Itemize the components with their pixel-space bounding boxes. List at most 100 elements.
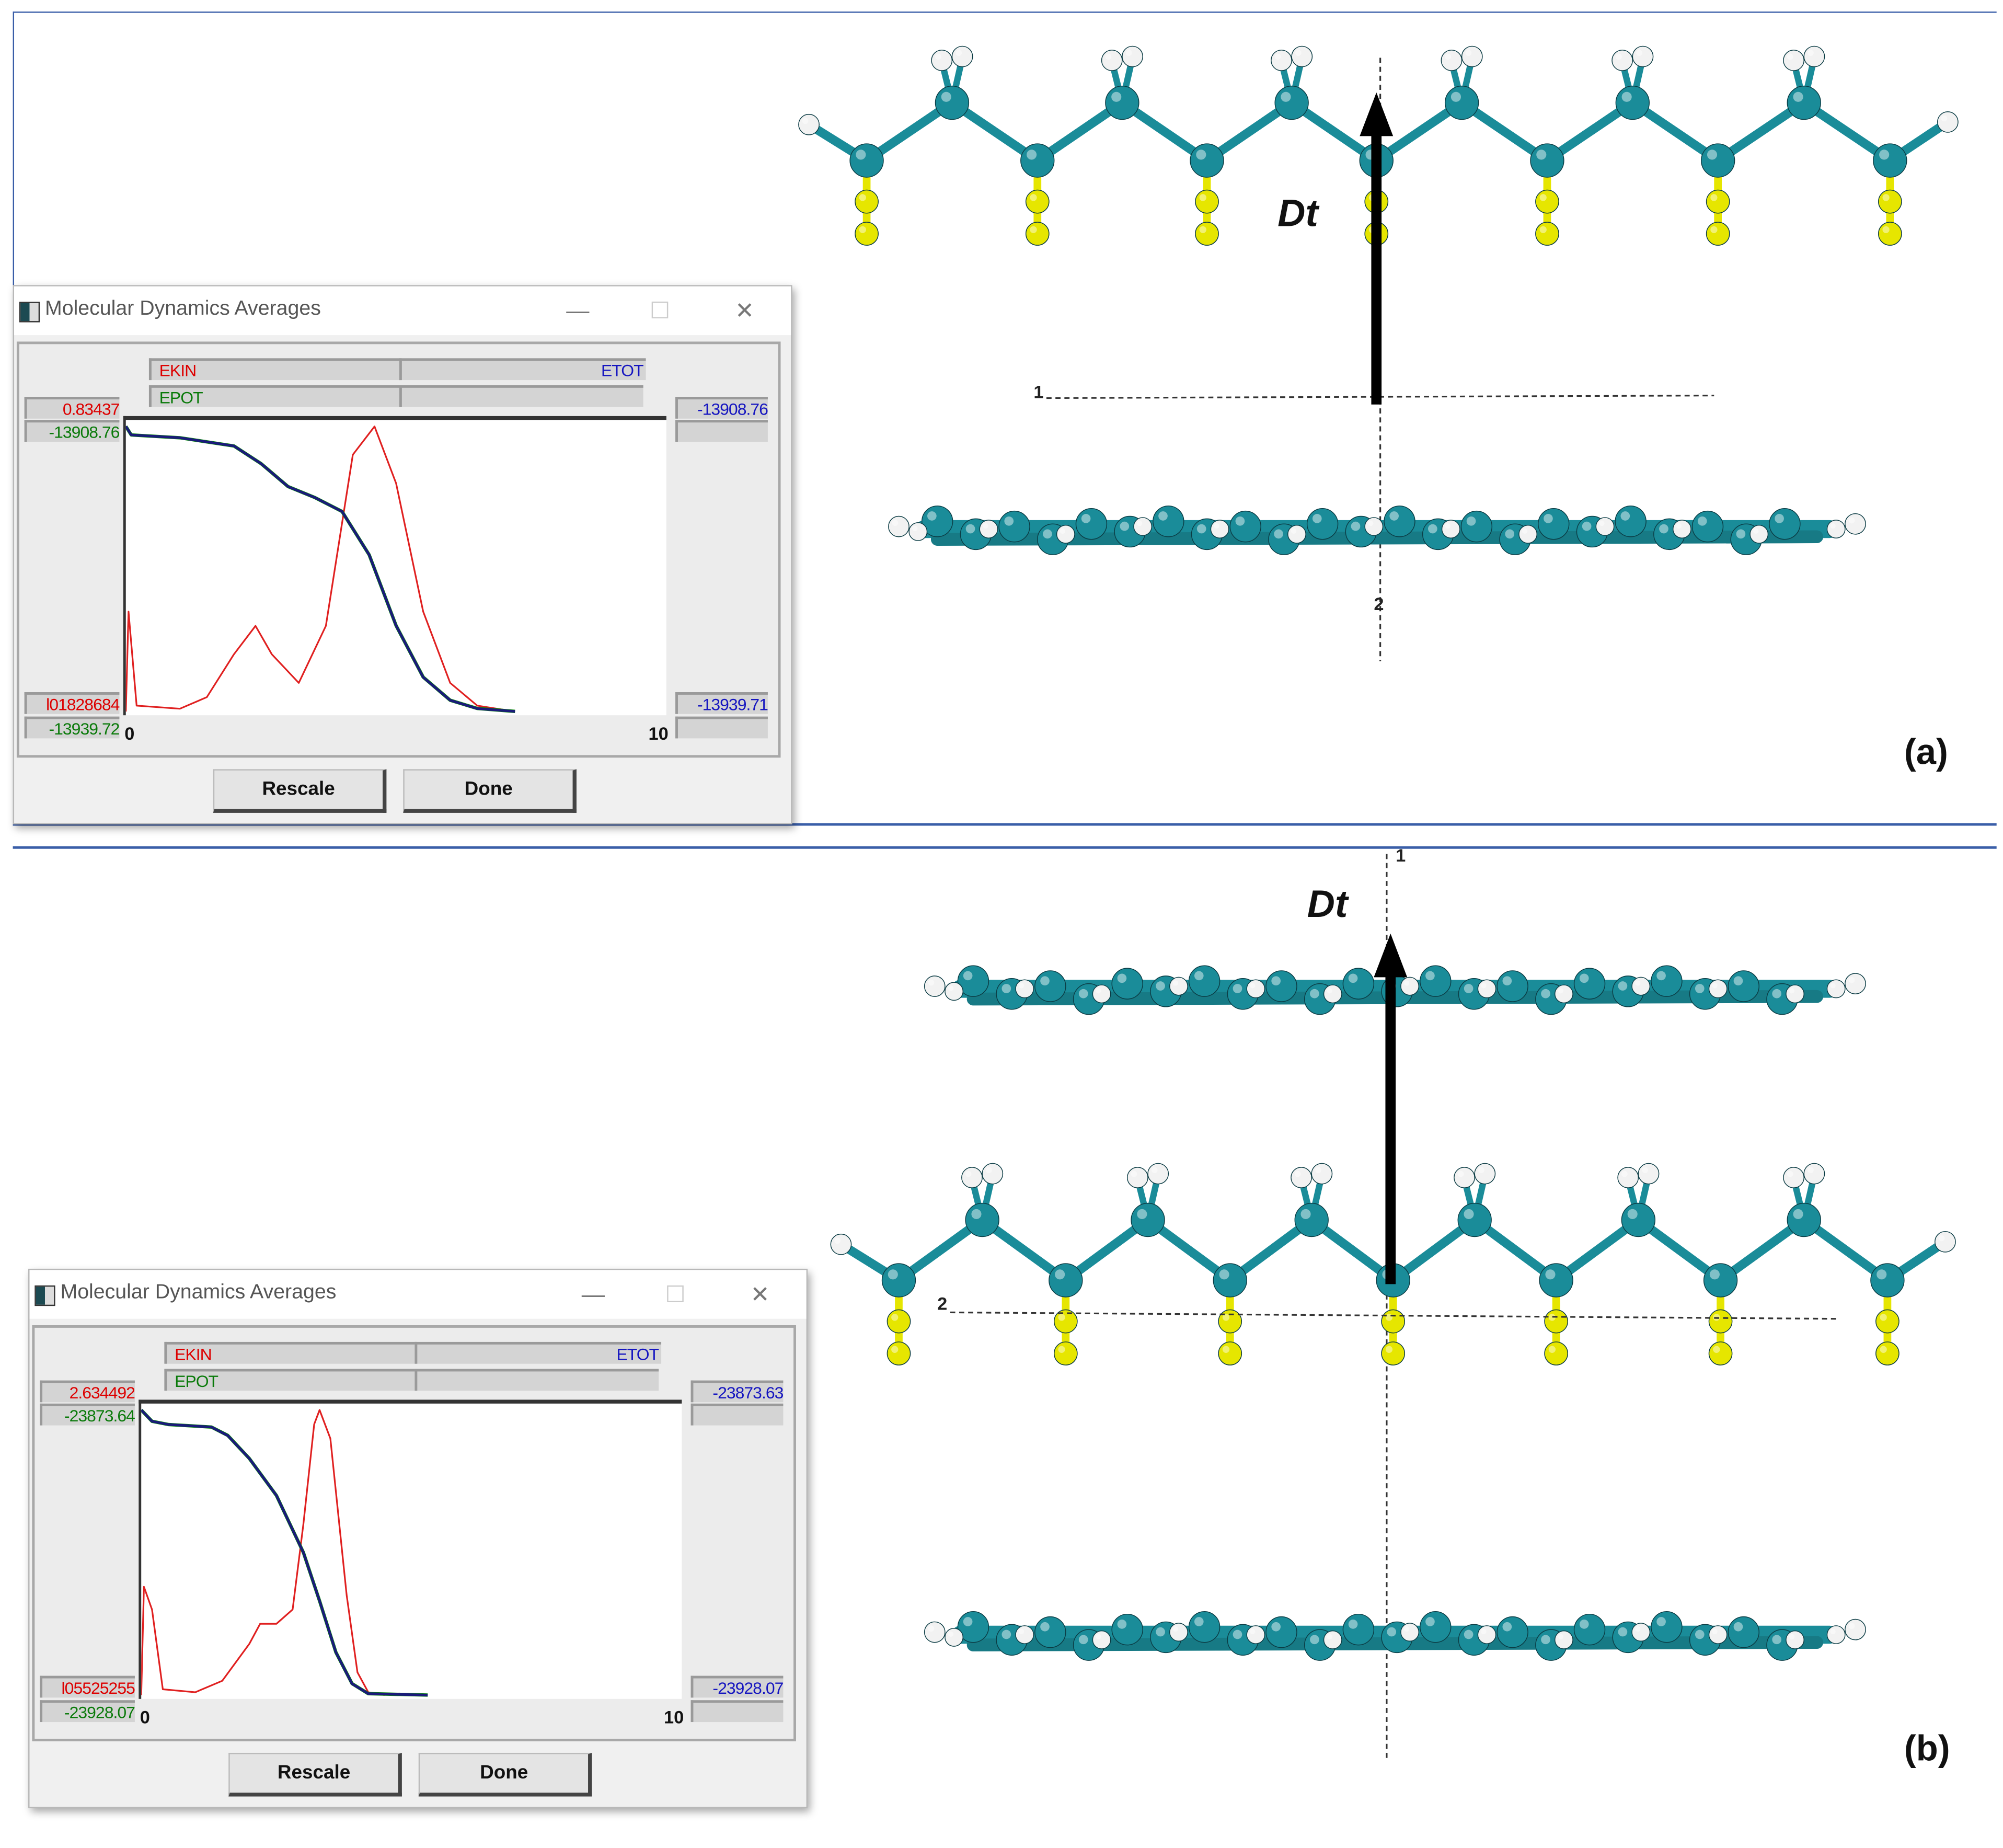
sulfur-atom bbox=[1025, 222, 1050, 246]
hydrogen-atom bbox=[1271, 50, 1292, 71]
atom-highlight bbox=[1120, 521, 1130, 531]
atom-highlight bbox=[1131, 1170, 1137, 1177]
atom-highlight bbox=[1697, 516, 1707, 526]
dialog-title: Molecular Dynamics Averages bbox=[60, 1281, 337, 1304]
atom-highlight bbox=[1078, 1635, 1088, 1645]
atom-highlight bbox=[1078, 989, 1088, 998]
hydrogen-atom bbox=[1246, 979, 1265, 998]
atom-highlight bbox=[1348, 973, 1358, 983]
atom-highlight bbox=[1425, 971, 1435, 981]
atom-highlight bbox=[1235, 516, 1245, 526]
atom-highlight bbox=[1713, 1346, 1720, 1353]
hydrogen-atom bbox=[1631, 977, 1651, 996]
atom-highlight bbox=[1599, 520, 1605, 526]
carbon-atom bbox=[1105, 85, 1139, 120]
ekin-min-label: l01828684 bbox=[24, 692, 120, 714]
etot-min-label: -13939.71 bbox=[675, 692, 768, 714]
maximize-button[interactable]: ☐ bbox=[656, 1278, 695, 1311]
sulfur-atom bbox=[1706, 222, 1730, 246]
carbon-atom bbox=[1188, 1611, 1221, 1643]
sulfur-atom bbox=[887, 1309, 911, 1334]
title-bar[interactable]: Molecular Dynamics Averages — ☐ ✕ bbox=[29, 1270, 807, 1319]
axis-point-1-b: 1 bbox=[1396, 845, 1406, 866]
atom-highlight bbox=[891, 1314, 899, 1321]
atom-highlight bbox=[1281, 91, 1291, 102]
hydrogen-atom bbox=[1474, 1163, 1496, 1185]
atom-highlight bbox=[1808, 50, 1814, 56]
atom-highlight bbox=[1445, 53, 1451, 60]
atom-highlight bbox=[834, 1237, 841, 1244]
done-button[interactable]: Done bbox=[403, 769, 577, 813]
atom-highlight bbox=[1536, 150, 1547, 160]
carbon-atom bbox=[1034, 970, 1066, 1002]
hydrogen-atom bbox=[1783, 1167, 1804, 1188]
sulfur-atom bbox=[1381, 1341, 1406, 1365]
atom-highlight bbox=[963, 971, 973, 981]
hydrogen-atom bbox=[1133, 517, 1153, 536]
done-button[interactable]: Done bbox=[418, 1752, 592, 1797]
atom-highlight bbox=[892, 520, 899, 526]
maximize-button[interactable]: ☐ bbox=[641, 294, 680, 328]
atom-highlight bbox=[1709, 1269, 1720, 1280]
sulfur-atom bbox=[1053, 1341, 1078, 1365]
atom-highlight bbox=[1199, 194, 1206, 201]
atom-highlight bbox=[1793, 91, 1803, 102]
hydrogen-atom bbox=[1169, 977, 1188, 996]
carbon-atom bbox=[965, 1202, 999, 1237]
atom-highlight bbox=[1351, 521, 1361, 531]
atom-highlight bbox=[1125, 50, 1132, 56]
atom-highlight bbox=[928, 979, 935, 986]
carbon-atom bbox=[1111, 968, 1143, 1000]
x-min-tick: 0 bbox=[140, 1706, 150, 1727]
carbon-atom bbox=[1188, 965, 1221, 997]
atom-highlight bbox=[1310, 989, 1319, 998]
carbon-atom bbox=[1213, 1263, 1247, 1298]
atom-highlight bbox=[1199, 226, 1206, 233]
sulfur-atom bbox=[887, 1341, 911, 1365]
atom-highlight bbox=[1403, 980, 1410, 986]
atom-highlight bbox=[1315, 1167, 1321, 1174]
close-button[interactable]: ✕ bbox=[726, 294, 764, 328]
energy-plot-svg bbox=[124, 425, 515, 714]
minimize-button[interactable]: — bbox=[574, 1278, 613, 1311]
atom-highlight bbox=[1736, 529, 1746, 539]
carbon-atom bbox=[1131, 1202, 1165, 1237]
hydrogen-atom bbox=[1126, 1167, 1148, 1188]
atom-highlight bbox=[1027, 150, 1037, 160]
dt-label-b: Dt bbox=[1307, 883, 1348, 926]
atom-highlight bbox=[1830, 523, 1836, 529]
hydrogen-atom bbox=[945, 982, 964, 1001]
axis-point-2-b: 2 bbox=[937, 1293, 948, 1314]
atom-highlight bbox=[1656, 1617, 1666, 1626]
atom-highlight bbox=[1291, 528, 1297, 534]
close-button[interactable]: ✕ bbox=[741, 1278, 779, 1311]
atom-highlight bbox=[1271, 1622, 1281, 1632]
rescale-button[interactable]: Rescale bbox=[228, 1752, 402, 1797]
hydrogen-atom bbox=[1441, 50, 1463, 71]
carbon-atom bbox=[1190, 143, 1224, 178]
series-ekin bbox=[125, 426, 515, 713]
hydrogen-atom bbox=[1323, 1630, 1342, 1649]
carbon-atom bbox=[1787, 85, 1821, 120]
carbon-atom bbox=[1873, 143, 1907, 178]
hydrogen-atom bbox=[1291, 1167, 1312, 1188]
title-bar[interactable]: Molecular Dynamics Averages — ☐ ✕ bbox=[14, 286, 791, 336]
minimize-button[interactable]: — bbox=[559, 294, 597, 328]
atom-highlight bbox=[927, 511, 937, 521]
hydrogen-atom bbox=[1291, 45, 1313, 67]
atom-highlight bbox=[1787, 53, 1793, 60]
atom-highlight bbox=[928, 1625, 935, 1632]
atom-highlight bbox=[1787, 1170, 1793, 1177]
carbon-atom bbox=[1444, 85, 1479, 120]
hydrogen-atom bbox=[1595, 517, 1615, 536]
atom-highlight bbox=[1172, 980, 1179, 986]
etot-max-label: -23873.63 bbox=[690, 1380, 784, 1403]
atom-highlight bbox=[1541, 1635, 1550, 1645]
atom-highlight bbox=[965, 1170, 972, 1177]
atom-highlight bbox=[1043, 529, 1052, 539]
rescale-button[interactable]: Rescale bbox=[213, 769, 387, 813]
carbon-atom bbox=[1460, 510, 1493, 543]
atom-highlight bbox=[1096, 1634, 1101, 1639]
atom-highlight bbox=[1137, 1209, 1147, 1219]
atom-highlight bbox=[1271, 976, 1281, 986]
